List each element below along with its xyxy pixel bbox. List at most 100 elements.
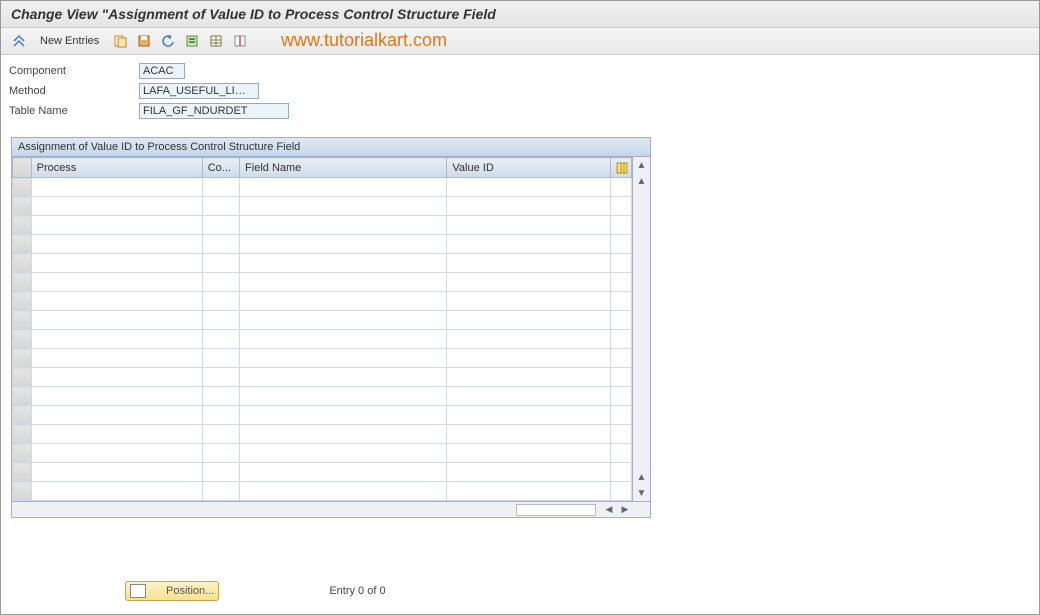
cell[interactable] xyxy=(31,273,202,292)
cell[interactable] xyxy=(240,444,447,463)
cell[interactable] xyxy=(31,368,202,387)
method-field[interactable] xyxy=(139,83,259,99)
table-row[interactable] xyxy=(13,482,632,501)
cell[interactable] xyxy=(240,197,447,216)
cell[interactable] xyxy=(202,368,239,387)
cell[interactable] xyxy=(240,235,447,254)
cell[interactable] xyxy=(202,425,239,444)
cell[interactable] xyxy=(31,178,202,197)
cell[interactable] xyxy=(31,235,202,254)
row-selector[interactable] xyxy=(13,406,32,425)
select-all-icon[interactable] xyxy=(182,31,202,51)
scroll-left-icon[interactable]: ◀ xyxy=(602,503,616,517)
cell[interactable] xyxy=(240,387,447,406)
cell[interactable] xyxy=(447,273,611,292)
row-selector[interactable] xyxy=(13,349,32,368)
new-entries-button[interactable]: New Entries xyxy=(33,32,106,50)
row-selector[interactable] xyxy=(13,254,32,273)
row-selector[interactable] xyxy=(13,387,32,406)
undo-icon[interactable] xyxy=(158,31,178,51)
cell[interactable] xyxy=(447,463,611,482)
cell[interactable] xyxy=(202,349,239,368)
cell[interactable] xyxy=(240,178,447,197)
cell[interactable] xyxy=(447,482,611,501)
cell[interactable] xyxy=(240,292,447,311)
cell[interactable] xyxy=(240,330,447,349)
cell[interactable] xyxy=(447,387,611,406)
table-row[interactable] xyxy=(13,197,632,216)
table-row[interactable] xyxy=(13,330,632,349)
row-selector[interactable] xyxy=(13,368,32,387)
cell[interactable] xyxy=(31,254,202,273)
cell[interactable] xyxy=(202,197,239,216)
row-selector[interactable] xyxy=(13,311,32,330)
cell[interactable] xyxy=(240,482,447,501)
row-selector[interactable] xyxy=(13,216,32,235)
cell[interactable] xyxy=(447,254,611,273)
row-selector[interactable] xyxy=(13,178,32,197)
col-value-id[interactable]: Value ID xyxy=(447,158,611,178)
hscroll-track[interactable] xyxy=(516,504,596,516)
cell[interactable] xyxy=(202,254,239,273)
scroll-right-icon[interactable]: ▶ xyxy=(618,503,632,517)
cell[interactable] xyxy=(202,292,239,311)
cell[interactable] xyxy=(447,406,611,425)
cell[interactable] xyxy=(31,425,202,444)
row-selector[interactable] xyxy=(13,235,32,254)
table-row[interactable] xyxy=(13,463,632,482)
table-row[interactable] xyxy=(13,311,632,330)
scroll-down-icon[interactable]: ▼ xyxy=(634,485,650,501)
row-selector-header[interactable] xyxy=(13,158,32,178)
position-button[interactable]: Position... xyxy=(125,581,219,601)
configure-columns-icon[interactable] xyxy=(611,158,632,178)
cell[interactable] xyxy=(447,444,611,463)
row-selector[interactable] xyxy=(13,292,32,311)
cell[interactable] xyxy=(31,463,202,482)
table-row[interactable] xyxy=(13,406,632,425)
row-selector[interactable] xyxy=(13,482,32,501)
cell[interactable] xyxy=(240,368,447,387)
copy-icon[interactable] xyxy=(110,31,130,51)
cell[interactable] xyxy=(31,406,202,425)
cell[interactable] xyxy=(240,463,447,482)
cell[interactable] xyxy=(31,330,202,349)
delimit-icon[interactable] xyxy=(230,31,250,51)
vertical-scrollbar[interactable]: ▲ ▲ ▲ ▼ xyxy=(632,157,650,501)
cell[interactable] xyxy=(240,406,447,425)
cell[interactable] xyxy=(447,330,611,349)
table-row[interactable] xyxy=(13,254,632,273)
cell[interactable] xyxy=(31,349,202,368)
cell[interactable] xyxy=(31,311,202,330)
cell[interactable] xyxy=(31,387,202,406)
table-row[interactable] xyxy=(13,292,632,311)
horizontal-scrollbar[interactable]: ◀ ▶ xyxy=(12,501,650,517)
cell[interactable] xyxy=(31,216,202,235)
cell[interactable] xyxy=(447,178,611,197)
row-selector[interactable] xyxy=(13,463,32,482)
cell[interactable] xyxy=(202,463,239,482)
cell[interactable] xyxy=(202,330,239,349)
cell[interactable] xyxy=(202,482,239,501)
table-row[interactable] xyxy=(13,349,632,368)
cell[interactable] xyxy=(447,197,611,216)
table-row[interactable] xyxy=(13,425,632,444)
cell[interactable] xyxy=(240,216,447,235)
cell[interactable] xyxy=(31,482,202,501)
row-selector[interactable] xyxy=(13,273,32,292)
cell[interactable] xyxy=(447,216,611,235)
cell[interactable] xyxy=(202,178,239,197)
row-selector[interactable] xyxy=(13,425,32,444)
cell[interactable] xyxy=(202,216,239,235)
col-co[interactable]: Co... xyxy=(202,158,239,178)
cell[interactable] xyxy=(447,349,611,368)
row-selector[interactable] xyxy=(13,330,32,349)
cell[interactable] xyxy=(240,425,447,444)
cell[interactable] xyxy=(447,235,611,254)
table-row[interactable] xyxy=(13,216,632,235)
cell[interactable] xyxy=(447,425,611,444)
row-selector[interactable] xyxy=(13,197,32,216)
table-row[interactable] xyxy=(13,235,632,254)
table-row[interactable] xyxy=(13,178,632,197)
cell[interactable] xyxy=(202,235,239,254)
cell[interactable] xyxy=(202,273,239,292)
